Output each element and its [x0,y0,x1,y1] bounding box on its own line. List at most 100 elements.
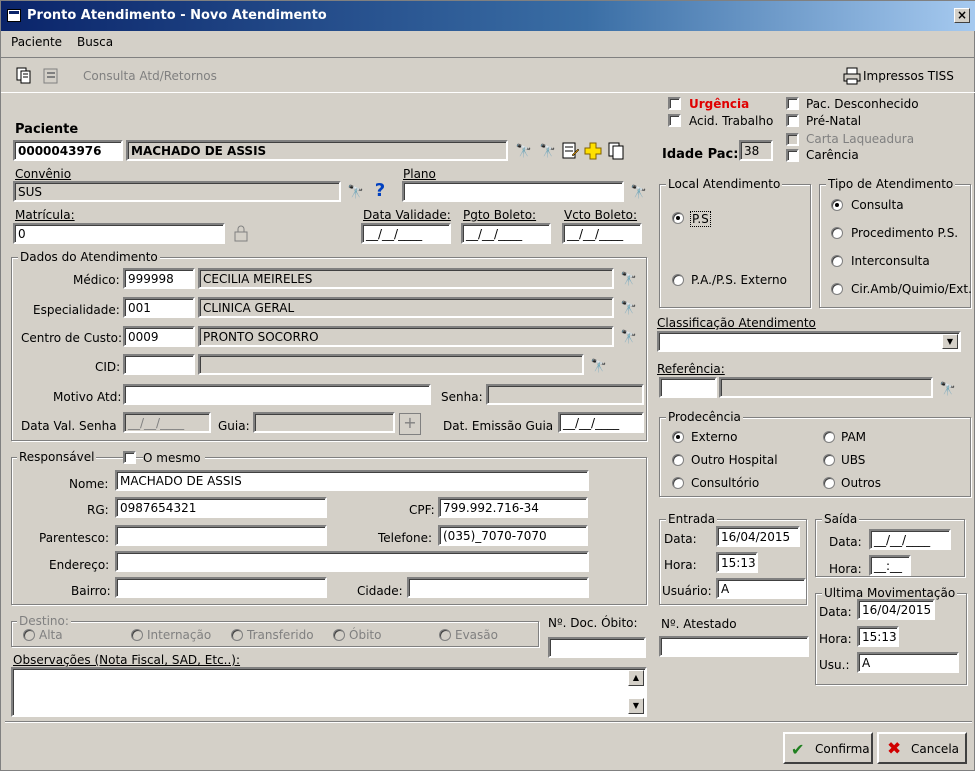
rg-field[interactable]: 0987654321 [115,497,327,518]
dat-emissao-guia-field[interactable]: __/__/____ [558,412,644,433]
transferido-radio[interactable] [231,629,243,641]
centro-custo-search-icon[interactable]: 🔭 [617,327,639,349]
data-val-senha-field[interactable]: __/__/____ [123,412,211,433]
alta-radio[interactable] [23,629,35,641]
chevron-down-icon[interactable]: ▼ [942,334,958,349]
consultorio-radio[interactable] [672,477,684,489]
guia-field[interactable] [253,412,395,433]
confirma-button[interactable]: ✔ Confirma [783,732,873,764]
help-icon[interactable]: ? [369,181,391,203]
document-edit-icon[interactable] [559,141,581,163]
pac-desconhecido-checkbox[interactable] [786,97,799,110]
medico-name-field[interactable]: CECILIA MEIRELES [198,268,614,289]
medico-label: Médico: [73,273,120,287]
especialidade-search-icon[interactable]: 🔭 [617,298,639,320]
ultima-hora-field[interactable]: 15:13 [857,626,899,647]
saida-data-field[interactable]: __/__/____ [869,529,951,550]
outro-hospital-radio[interactable] [672,454,684,466]
parentesco-field[interactable] [115,525,327,546]
cid-code-field[interactable] [123,354,195,375]
evasao-radio[interactable] [439,629,451,641]
copy-record-icon[interactable] [605,141,627,163]
guia-add-icon[interactable]: + [399,413,421,435]
referencia-search-icon[interactable]: 🔭 [936,379,958,401]
cid-name-field[interactable] [198,354,584,375]
centro-custo-name-field[interactable]: PRONTO SOCORRO [198,326,614,347]
cancela-button[interactable]: ✖ Cancela [877,732,967,764]
endereco-field[interactable] [115,551,589,572]
paciente-name-field[interactable]: MACHADO DE ASSIS [126,140,508,161]
observacoes-textarea[interactable]: ▲ ▼ [11,667,647,717]
carta-laqueadura-checkbox[interactable] [786,133,799,146]
consulta-atd-link[interactable]: Consulta Atd/Retornos [83,69,217,83]
atestado-field[interactable] [659,636,809,657]
menu-busca[interactable]: Busca [77,35,113,49]
especialidade-code-field[interactable]: 001 [123,297,195,318]
outros-radio[interactable] [823,477,835,489]
cidade-field[interactable] [407,577,589,598]
documents-icon[interactable] [41,67,61,85]
usuario-field[interactable]: A [716,578,806,599]
plano-field[interactable] [402,181,624,202]
vcto-boleto-field[interactable]: __/__/____ [562,223,642,244]
scroll-down-icon[interactable]: ▼ [628,698,644,714]
cid-search-icon[interactable]: 🔭 [587,356,609,378]
obito-radio[interactable] [333,629,345,641]
entrada-hora-field[interactable]: 15:13 [716,552,758,573]
cid-label: CID: [95,360,121,374]
acid-trabalho-checkbox[interactable] [668,114,681,127]
saida-hora-field[interactable]: __:__ [869,555,911,576]
convenio-search-icon[interactable]: 🔭 [344,182,366,204]
ps-radio[interactable] [672,212,684,224]
add-icon[interactable] [582,141,604,163]
entrada-data-field[interactable]: 16/04/2015 [716,526,800,547]
paciente-code-field[interactable]: 0000043976 [13,140,123,161]
telefone-field[interactable]: (035)_7070-7070 [438,525,588,546]
medico-code-field[interactable]: 999998 [123,268,195,289]
cir-amb-radio[interactable] [831,283,843,295]
procedimento-radio[interactable] [831,227,843,239]
convenio-field[interactable]: SUS [13,181,341,202]
cpf-field[interactable]: 799.992.716-34 [438,497,588,518]
externo-radio[interactable] [672,431,684,443]
binoculars-icon[interactable]: 🔭 [512,141,534,163]
ultima-data-field[interactable]: 16/04/2015 [857,599,935,620]
urgencia-checkbox[interactable] [668,97,681,110]
ultima-usu-field[interactable]: A [857,652,959,673]
senha-field[interactable] [486,384,644,405]
close-button[interactable]: × [954,8,970,23]
o-mesmo-checkbox[interactable] [123,451,136,464]
impressos-tiss-button[interactable]: Impressos TISS [863,69,954,83]
plano-search-icon[interactable]: 🔭 [627,182,649,204]
bottom-separator [5,721,972,723]
carencia-checkbox[interactable] [786,149,799,162]
matricula-field[interactable]: 0 [13,223,225,244]
medico-search-icon[interactable]: 🔭 [617,269,639,291]
pam-radio[interactable] [823,431,835,443]
ubs-radio[interactable] [823,454,835,466]
printer-icon [843,67,861,85]
data-validade-field[interactable]: __/__/____ [361,223,451,244]
red-binoculars-icon[interactable]: 🔭 [536,141,558,163]
nome-field[interactable]: MACHADO DE ASSIS [115,470,589,491]
bairro-field[interactable] [115,577,327,598]
internacao-radio[interactable] [131,629,143,641]
consulta-radio[interactable] [831,199,843,211]
interconsulta-radio[interactable] [831,255,843,267]
menu-paciente[interactable]: Paciente [11,35,62,49]
local-atendimento-group: Local Atendimento [659,177,811,308]
motivo-field[interactable] [123,384,431,405]
classificacao-select[interactable]: ▼ [657,331,961,352]
copy-icon[interactable] [15,67,33,85]
centro-custo-code-field[interactable]: 0009 [123,326,195,347]
pgto-boleto-field[interactable]: __/__/____ [461,223,551,244]
telefone-label: Telefone: [378,531,432,545]
referencia-name-field[interactable] [719,377,933,398]
pa-ps-externo-radio[interactable] [672,274,684,286]
doc-obito-field[interactable] [548,637,646,658]
scroll-up-icon[interactable]: ▲ [628,670,644,686]
pre-natal-checkbox[interactable] [786,114,799,127]
lock-icon[interactable] [230,224,252,246]
referencia-code-field[interactable] [659,377,717,398]
especialidade-name-field[interactable]: CLINICA GERAL [198,297,614,318]
